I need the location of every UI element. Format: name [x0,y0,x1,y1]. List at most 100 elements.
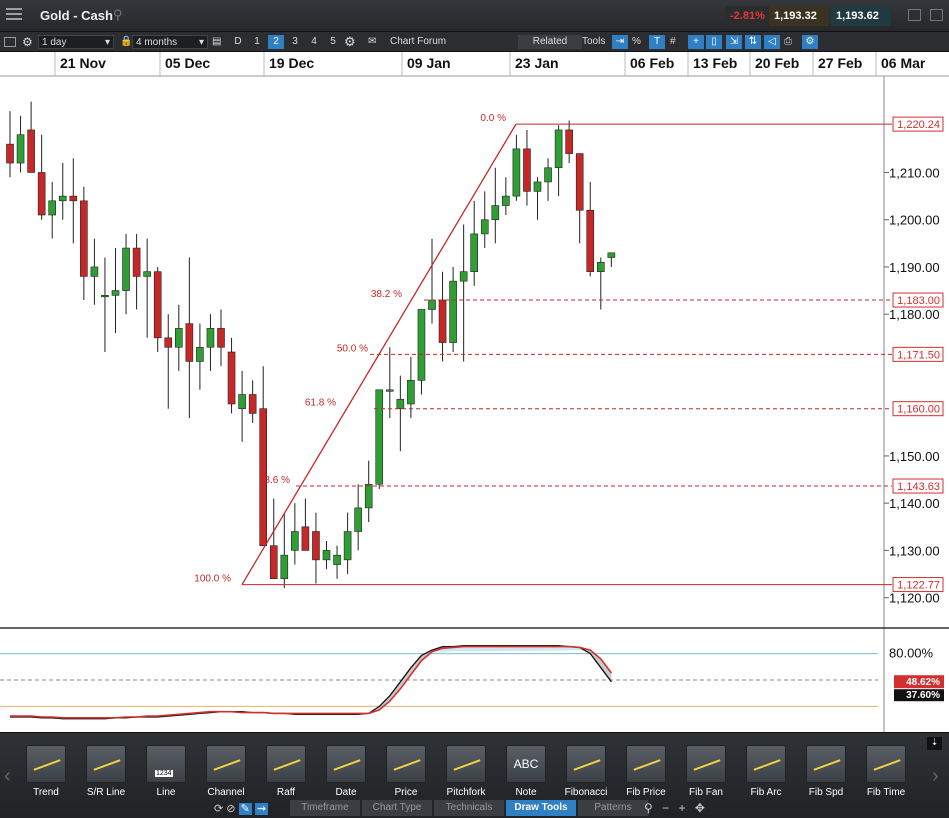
collapse-icon[interactable]: ⇣ [927,737,942,750]
note-icon: ABC [506,745,546,783]
text-tool-icon[interactable]: T [649,35,665,49]
print-icon[interactable]: ⎙ [784,35,792,49]
minimize-icon[interactable] [908,9,921,21]
tool-glyph [33,759,61,771]
magnifier-icon[interactable]: ⚲ [644,801,653,815]
instrument-title[interactable]: Gold - Cash [40,8,113,23]
osc-level-80: 80.00% [889,646,934,661]
draw-tool-fib-arc[interactable]: Fib Arc [742,745,790,798]
draw-tool-label: Line [156,787,176,798]
draw-tool-fib-spd[interactable]: Fib Spd [802,745,850,798]
clear-icon[interactable]: ⊘ [226,803,235,815]
price-icon [386,745,426,783]
zoom-icon[interactable]: ⇲ [726,35,742,49]
panel-icon[interactable] [4,37,16,47]
draw-tool-fib-time[interactable]: Fib Time [862,745,910,798]
draw-tool-label: Pitchfork [446,787,486,798]
fibonacci-retracement[interactable]: 0.0 % 1,220.24 38.2 % 1,183.00 50.0 % 1,171.5… [194,113,944,593]
draw-tool-trend[interactable]: Trend [22,745,70,798]
chart-area[interactable]: 21 Nov 05 Dec 19 Dec 09 Jan 23 Jan 06 Feb 13 F… [0,52,949,732]
osc-tag-k: 37.60% [906,690,940,701]
draw-tool-label: Note [515,787,537,798]
interval-select[interactable]: 1 day ▾ [38,35,114,49]
tab-patterns[interactable]: Patterns [578,800,648,816]
x-tick-label: 19 Dec [269,55,314,71]
gear-icon[interactable]: ⚙ [344,35,356,49]
calendar-icon[interactable]: ▤ [212,35,221,49]
tab-draw-tools[interactable]: Draw Tools [506,800,576,816]
fib-time-icon [866,745,906,783]
candle [322,550,331,561]
candle-icon[interactable]: ▯ [706,35,722,49]
draw-tool-label: Channel [207,787,245,798]
percent-icon[interactable]: % [632,35,641,49]
scroll-left-icon[interactable]: ‹ [4,765,11,788]
draw-tool-note[interactable]: ABC Note [502,745,550,798]
tf-button-d[interactable]: D [230,35,246,49]
zoom-out-icon[interactable]: − [662,801,669,815]
price-change: -2.81% [725,6,770,26]
candle [554,129,563,169]
draw-tool-fib-price[interactable]: Fib Price [622,745,670,798]
interval-value: 1 day [42,37,67,48]
candle [69,195,78,202]
tf-button-5[interactable]: 5 [325,35,341,49]
draw-tool-channel[interactable]: Channel [202,745,250,798]
pencil-icon[interactable]: ✎ [238,803,252,815]
refresh-icon[interactable]: ⟳ [214,803,223,815]
kd-fill [10,645,612,719]
draw-tool-date[interactable]: Date [322,745,370,798]
candle [586,209,595,272]
candle [132,247,141,277]
draw-tool-s-r-line[interactable]: S/R Line [82,745,130,798]
scroll-right-icon[interactable]: › [932,765,939,788]
tf-button-3[interactable]: 3 [287,35,303,49]
link-icon[interactable]: ⇝ [254,803,269,815]
search-icon[interactable]: ⚲ [113,7,123,23]
chart-forum-link[interactable]: Chart Forum [390,35,446,49]
crosshair-icon[interactable]: + [688,35,704,49]
grid-icon[interactable]: # [670,35,676,49]
chat-icon[interactable]: ✉ [368,35,376,49]
detach-icon[interactable] [930,9,943,21]
candle [596,261,605,272]
bars-icon[interactable]: ⇅ [745,35,761,49]
draw-tool-price[interactable]: Price [382,745,430,798]
tool-glyph [813,759,841,771]
tf-button-2[interactable]: 2 [268,35,284,49]
ask-price[interactable]: 1,193.62 [831,6,891,26]
draw-tool-fibonacci[interactable]: Fibonacci [562,745,610,798]
fibonacci-icon [566,745,606,783]
tool-glyph [273,759,301,771]
pan-icon[interactable]: ✥ [695,801,705,815]
candle [449,280,457,343]
draw-tool-raff[interactable]: Raff [262,745,310,798]
price-chart[interactable]: 21 Nov 05 Dec 19 Dec 09 Jan 23 Jan 06 Feb 13 F… [0,52,949,732]
candle [143,271,151,277]
lock-icon[interactable]: 🔒 [120,35,132,49]
range-value: 4 months [136,37,178,48]
settings-icon[interactable]: ⚙ [802,35,818,49]
settings-gear-icon[interactable]: ⚙ [22,35,33,49]
hamburger-menu-icon[interactable] [6,8,22,22]
draw-tool-line[interactable]: 1234 Line [142,745,190,798]
tf-button-1[interactable]: 1 [249,35,265,49]
tab-technicals[interactable]: Technicals [434,800,504,816]
tab-chart-type[interactable]: Chart Type [362,800,432,816]
price-tag: 1,220.24 [897,119,940,131]
tab-timeframe[interactable]: Timeframe [290,800,360,816]
draw-tool-pitchfork[interactable]: Pitchfork [442,745,490,798]
bid-price[interactable]: 1,193.32 [769,6,829,26]
zoom-in-icon[interactable]: + [679,801,686,815]
tf-button-4[interactable]: 4 [306,35,322,49]
range-select[interactable]: 4 months ▾ [132,35,208,49]
related-button[interactable]: Related [518,35,582,49]
label-icon[interactable]: ◁ [764,35,780,49]
cursor-tool-icon[interactable]: ⇥ [612,35,628,49]
candle [565,129,573,154]
draw-tool-fib-fan[interactable]: Fib Fan [682,745,730,798]
candle [396,398,405,409]
x-tick-label: 13 Feb [693,55,737,71]
draw-tool-label: Fib Price [626,787,666,798]
line-icon: 1234 [146,745,186,783]
